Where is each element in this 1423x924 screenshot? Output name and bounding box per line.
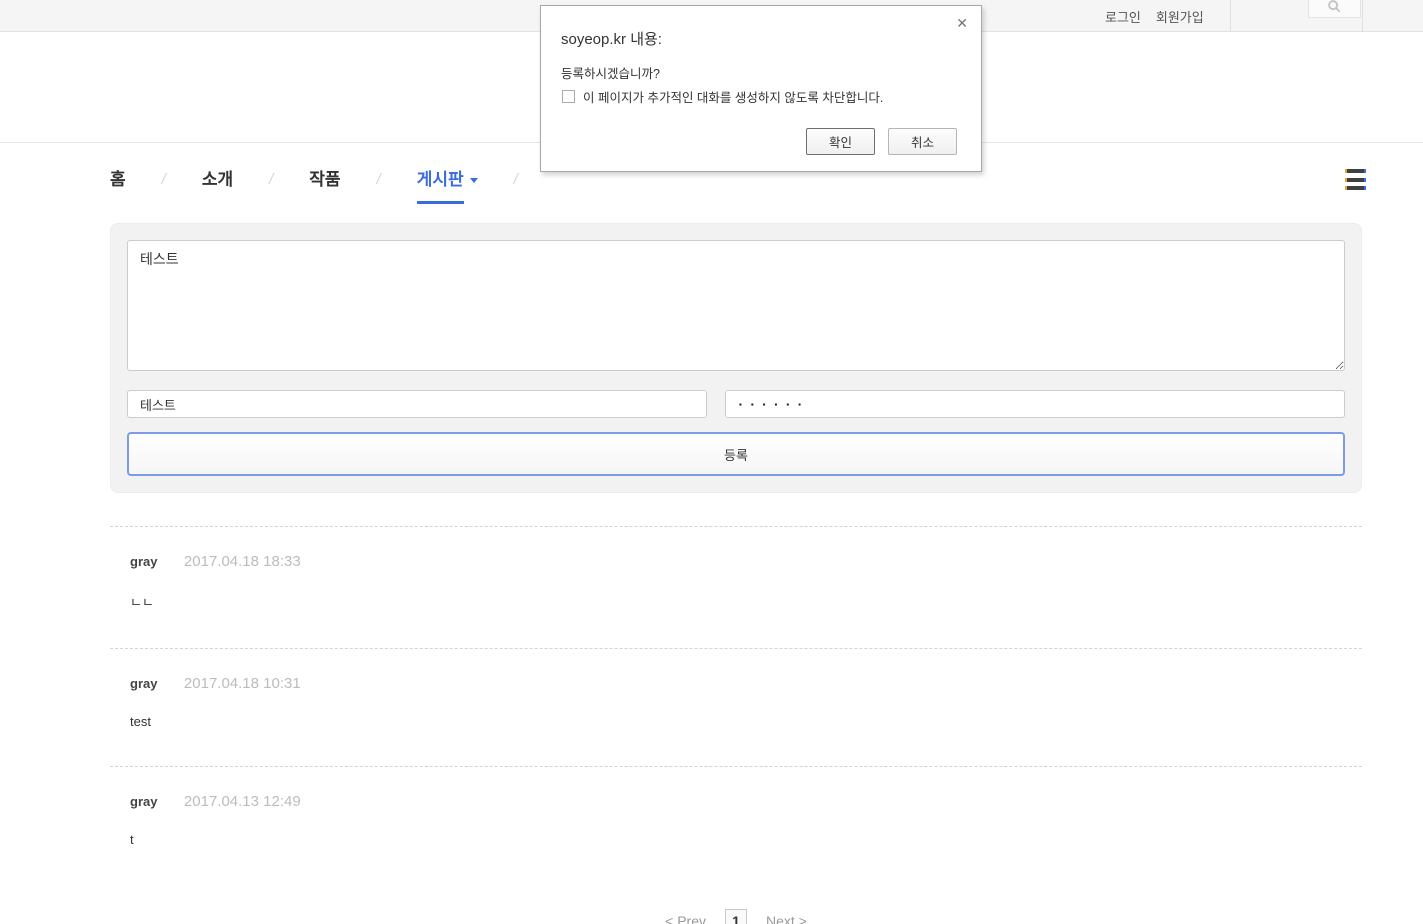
- comment-author: gray: [130, 676, 157, 691]
- ok-button[interactable]: 확인: [806, 128, 875, 155]
- topbar-divider: [1362, 0, 1363, 32]
- comment-item: gray 2017.04.18 18:33 ㄴㄴ: [110, 526, 1362, 648]
- comment-date: 2017.04.18 10:31: [184, 675, 301, 692]
- hamburger-icon: [1345, 186, 1366, 190]
- comment-content: test: [130, 714, 1342, 729]
- hamburger-icon: [1345, 169, 1366, 173]
- comment-date: 2017.04.13 12:49: [184, 793, 301, 810]
- submit-button[interactable]: 등록: [127, 432, 1345, 476]
- pagination: < Prev 1 Next >: [110, 909, 1362, 924]
- browser-confirm-dialog: soyeop.kr 내용: ✕ 등록하시겠습니까? 이 페이지가 추가적인 대화…: [540, 5, 982, 172]
- comment-author: gray: [130, 554, 157, 569]
- comment-content: t: [130, 832, 1342, 847]
- dialog-checkbox-label: 이 페이지가 추가적인 대화를 생성하지 않도록 차단합니다.: [583, 87, 883, 106]
- comment-textarea[interactable]: 테스트: [127, 240, 1345, 371]
- nav-separator: /: [377, 170, 381, 190]
- topbar-divider: [1230, 0, 1231, 32]
- comment-author: gray: [130, 794, 157, 809]
- dialog-checkbox-row: 이 페이지가 추가적인 대화를 생성하지 않도록 차단합니다.: [562, 87, 883, 106]
- signup-link[interactable]: 회원가입: [1156, 7, 1204, 26]
- comment-date: 2017.04.18 18:33: [184, 553, 301, 570]
- topbar-links: 로그인 회원가입: [1105, 0, 1204, 32]
- comment-list: gray 2017.04.18 18:33 ㄴㄴ gray 2017.04.18…: [110, 526, 1362, 881]
- nav-list: 홈 / 소개 / 작품 / 게시판 /: [110, 170, 1423, 204]
- next-page-button[interactable]: Next >: [766, 913, 807, 924]
- comment-form: 테스트 등록: [110, 223, 1362, 493]
- prev-page-button[interactable]: < Prev: [665, 913, 706, 924]
- comment-item: gray 2017.04.18 10:31 test: [110, 648, 1362, 766]
- search-icon: [1327, 0, 1342, 19]
- hamburger-icon: [1345, 178, 1366, 182]
- nav-item-board[interactable]: 게시판: [417, 170, 478, 204]
- menu-toggle-button[interactable]: [1345, 169, 1366, 190]
- comment-form-row: [127, 390, 1345, 418]
- nav-separator: /: [269, 170, 273, 190]
- close-icon[interactable]: ✕: [956, 16, 968, 30]
- comment-content: ㄴㄴ: [130, 592, 1342, 611]
- dialog-buttons: 확인 취소: [806, 128, 957, 155]
- cancel-button[interactable]: 취소: [888, 128, 957, 155]
- dialog-message: 등록하시겠습니까?: [561, 63, 660, 82]
- nav-separator: /: [162, 170, 166, 190]
- nav-item-about[interactable]: 소개: [202, 170, 233, 190]
- page-number-1[interactable]: 1: [725, 909, 747, 924]
- login-link[interactable]: 로그인: [1105, 7, 1141, 26]
- password-input[interactable]: [725, 390, 1345, 418]
- nav-item-works[interactable]: 작품: [309, 170, 340, 190]
- board-content: 테스트 등록 gray 2017.04.18 18:33 ㄴㄴ gray 201…: [110, 223, 1362, 924]
- block-dialogs-checkbox[interactable]: [562, 90, 575, 103]
- nav-item-board-label: 게시판: [417, 170, 464, 204]
- comment-item: gray 2017.04.13 12:49 t: [110, 766, 1362, 881]
- search-button[interactable]: [1308, 0, 1361, 18]
- nav-separator: /: [514, 170, 518, 190]
- nav-item-home[interactable]: 홈: [110, 170, 126, 190]
- dialog-title: soyeop.kr 내용:: [561, 28, 662, 49]
- name-input[interactable]: [127, 390, 707, 418]
- chevron-down-icon: [470, 178, 478, 183]
